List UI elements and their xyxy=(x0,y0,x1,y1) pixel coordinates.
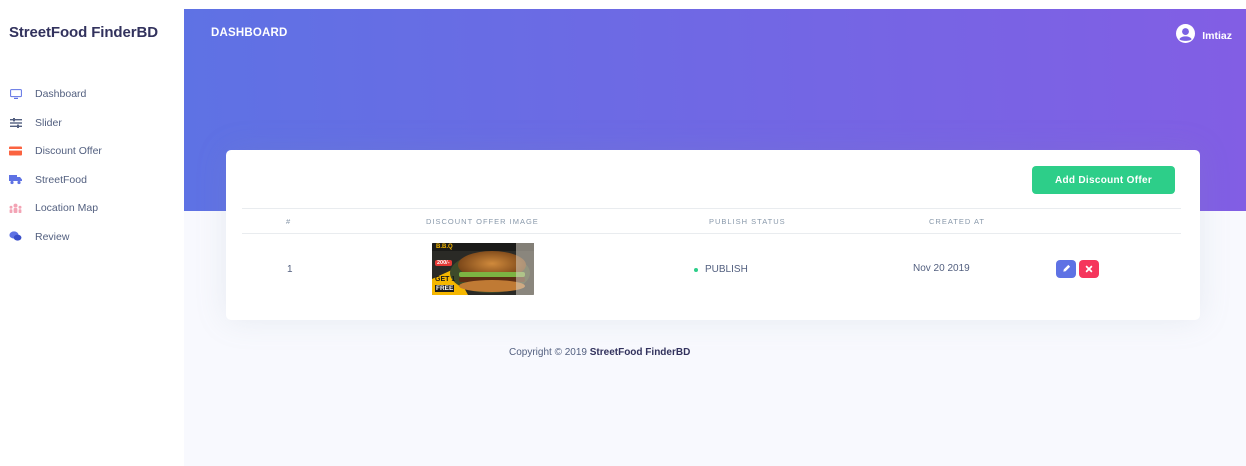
sidebar-item-location-map[interactable]: Location Map xyxy=(0,194,184,223)
sidebar-item-label: StreetFood xyxy=(35,173,87,186)
monitor-icon xyxy=(9,88,22,101)
publish-status: PUBLISH xyxy=(694,264,748,275)
user-name: Imtiaz xyxy=(1202,30,1232,42)
credit-card-icon xyxy=(9,145,22,158)
sidebar: StreetFood FinderBD Dashboard Slider Dis… xyxy=(0,0,184,466)
sidebar-item-label: Discount Offer xyxy=(35,145,102,158)
column-header-status: PUBLISH STATUS xyxy=(709,217,786,226)
sidebar-item-review[interactable]: Review xyxy=(0,223,184,252)
column-header-image: DISCOUNT OFFER IMAGE xyxy=(426,217,539,226)
brand-logo-text[interactable]: StreetFood FinderBD xyxy=(9,24,158,41)
sliders-icon xyxy=(9,116,22,129)
app-root: StreetFood FinderBD Dashboard Slider Dis… xyxy=(0,0,1246,466)
column-header-index: # xyxy=(286,217,292,226)
discount-offer-card: Add Discount Offer # DISCOUNT OFFER IMAG… xyxy=(226,150,1200,320)
table-header: # DISCOUNT OFFER IMAGE PUBLISH STATUS CR… xyxy=(242,208,1181,234)
footer-brand-link[interactable]: StreetFood FinderBD xyxy=(590,347,691,358)
footer: Copyright © 2019 StreetFood FinderBD xyxy=(509,347,690,358)
sidebar-item-label: Review xyxy=(35,230,70,243)
offer-image-price-badge: 200/- xyxy=(435,260,452,266)
sidebar-item-label: Location Map xyxy=(35,202,99,215)
column-header-created-at: CREATED AT xyxy=(929,217,985,226)
sidebar-item-dashboard[interactable]: Dashboard xyxy=(0,80,184,109)
edit-button[interactable] xyxy=(1056,260,1076,278)
offer-image-title: B.B.Q xyxy=(436,244,453,250)
status-badge: PUBLISH xyxy=(705,264,748,275)
sidebar-nav: Dashboard Slider Discount Offer StreetFo… xyxy=(0,80,184,251)
main-content: DASHBOARD Imtiaz Add Discount Offer # DI… xyxy=(184,9,1246,466)
delete-button[interactable] xyxy=(1079,260,1099,278)
sidebar-item-discount-offer[interactable]: Discount Offer xyxy=(0,137,184,166)
status-dot xyxy=(694,267,698,272)
pencil-icon xyxy=(1062,260,1071,278)
sidebar-item-slider[interactable]: Slider xyxy=(0,109,184,138)
delivery-truck-icon xyxy=(9,173,22,186)
discount-offer-image[interactable]: B.B.Q 200/- GET 1 FREE xyxy=(432,243,534,295)
review-bubble-icon xyxy=(9,230,22,243)
add-discount-offer-button[interactable]: Add Discount Offer xyxy=(1032,166,1175,194)
offer-image-line3: FREE xyxy=(435,285,455,292)
footer-copyright: Copyright © 2019 xyxy=(509,347,590,358)
map-people-icon xyxy=(9,202,22,215)
page-title[interactable]: DASHBOARD xyxy=(211,27,288,39)
avatar-icon xyxy=(1176,24,1196,48)
created-at: Nov 20 2019 xyxy=(913,263,970,274)
user-menu[interactable]: Imtiaz xyxy=(1176,24,1232,48)
offer-image-line2: GET 1 xyxy=(435,276,456,283)
sidebar-item-label: Dashboard xyxy=(35,88,87,101)
sidebar-item-streetfood[interactable]: StreetFood xyxy=(0,166,184,195)
row-index: 1 xyxy=(287,264,293,275)
sidebar-item-label: Slider xyxy=(35,116,62,129)
close-icon xyxy=(1085,260,1093,278)
